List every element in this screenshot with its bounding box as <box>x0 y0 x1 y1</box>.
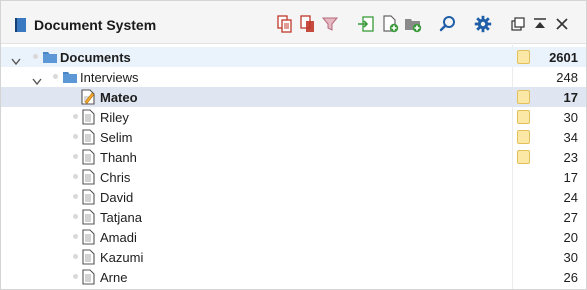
activation-dot[interactable] <box>73 154 78 159</box>
tree-label: Interviews <box>80 70 139 85</box>
new-document-icon[interactable] <box>380 14 400 34</box>
document-system-icon <box>14 17 28 38</box>
tree-row-document[interactable]: Kazumi 30 <box>1 247 586 267</box>
document-icon <box>82 269 95 290</box>
search-icon[interactable] <box>438 14 458 34</box>
document-tree: Documents 2601 Interviews 248 Mateo 17 R… <box>1 45 586 289</box>
memo-icon[interactable] <box>517 110 530 124</box>
tree-row-document[interactable]: Amadi 20 <box>1 227 586 247</box>
settings-icon[interactable] <box>473 14 493 34</box>
tree-row-interviews[interactable]: Interviews 248 <box>1 67 586 87</box>
coded-segments-count: 2601 <box>549 50 578 65</box>
tree-label: Kazumi <box>100 250 144 265</box>
folder-icon <box>42 49 58 69</box>
tree-label: Arne <box>100 270 128 285</box>
coded-segments-count: 24 <box>563 190 578 205</box>
tree-label: Documents <box>60 50 131 65</box>
tree-label: Riley <box>100 110 129 125</box>
tree-row-document[interactable]: Mateo 17 <box>1 87 586 107</box>
coded-segments-count: 26 <box>563 270 578 285</box>
tree-row-document[interactable]: Chris 17 <box>1 167 586 187</box>
coded-segments-count: 30 <box>563 110 578 125</box>
activation-dot[interactable] <box>73 274 78 279</box>
tree-row-document[interactable]: Tatjana 27 <box>1 207 586 227</box>
panel-header: Document System <box>1 1 586 44</box>
coded-segments-count: 248 <box>556 70 578 85</box>
maximize-icon[interactable] <box>530 14 550 34</box>
folder-icon <box>62 69 78 89</box>
tree-label: Mateo <box>100 90 138 105</box>
import-icon[interactable] <box>356 14 376 34</box>
new-document-group-icon[interactable] <box>403 14 423 34</box>
tree-row-document[interactable]: Selim 34 <box>1 127 586 147</box>
tree-label: Selim <box>100 130 133 145</box>
activation-dot[interactable] <box>73 234 78 239</box>
document-system-panel: Document System Documents 2601 Interview… <box>0 0 587 290</box>
close-icon[interactable] <box>552 14 572 34</box>
activation-dot[interactable] <box>73 174 78 179</box>
undock-icon[interactable] <box>508 14 528 34</box>
coded-segments-count: 17 <box>563 90 578 105</box>
coded-segments-count: 27 <box>563 210 578 225</box>
activate-documents-icon[interactable] <box>275 14 295 34</box>
panel-title: Document System <box>34 17 157 33</box>
coded-segments-count: 17 <box>563 170 578 185</box>
coded-segments-count: 30 <box>563 250 578 265</box>
activation-dot[interactable] <box>73 114 78 119</box>
activation-dot[interactable] <box>73 134 78 139</box>
memo-icon[interactable] <box>517 50 530 64</box>
tree-label: Chris <box>100 170 131 185</box>
tree-row-document[interactable]: Arne 26 <box>1 267 586 287</box>
tree-row-document[interactable]: Thanh 23 <box>1 147 586 167</box>
coded-segments-count: 23 <box>563 150 578 165</box>
filter-icon[interactable] <box>320 14 340 34</box>
coded-segments-count: 20 <box>563 230 578 245</box>
tree-label: Amadi <box>100 230 137 245</box>
tree-label: David <box>100 190 134 205</box>
coded-segments-count: 34 <box>563 130 578 145</box>
memo-icon[interactable] <box>517 130 530 144</box>
activation-dot[interactable] <box>73 194 78 199</box>
activation-dot[interactable] <box>73 254 78 259</box>
tree-label: Tatjana <box>100 210 142 225</box>
tree-label: Thanh <box>100 150 137 165</box>
activation-dot[interactable] <box>53 74 58 79</box>
activation-dot[interactable] <box>33 54 38 59</box>
tree-row-documents[interactable]: Documents 2601 <box>1 47 586 67</box>
deactivate-documents-icon[interactable] <box>298 14 318 34</box>
tree-row-document[interactable]: Riley 30 <box>1 107 586 127</box>
memo-icon[interactable] <box>517 150 530 164</box>
memo-icon[interactable] <box>517 90 530 104</box>
activation-dot[interactable] <box>73 214 78 219</box>
tree-row-document[interactable]: David 24 <box>1 187 586 207</box>
